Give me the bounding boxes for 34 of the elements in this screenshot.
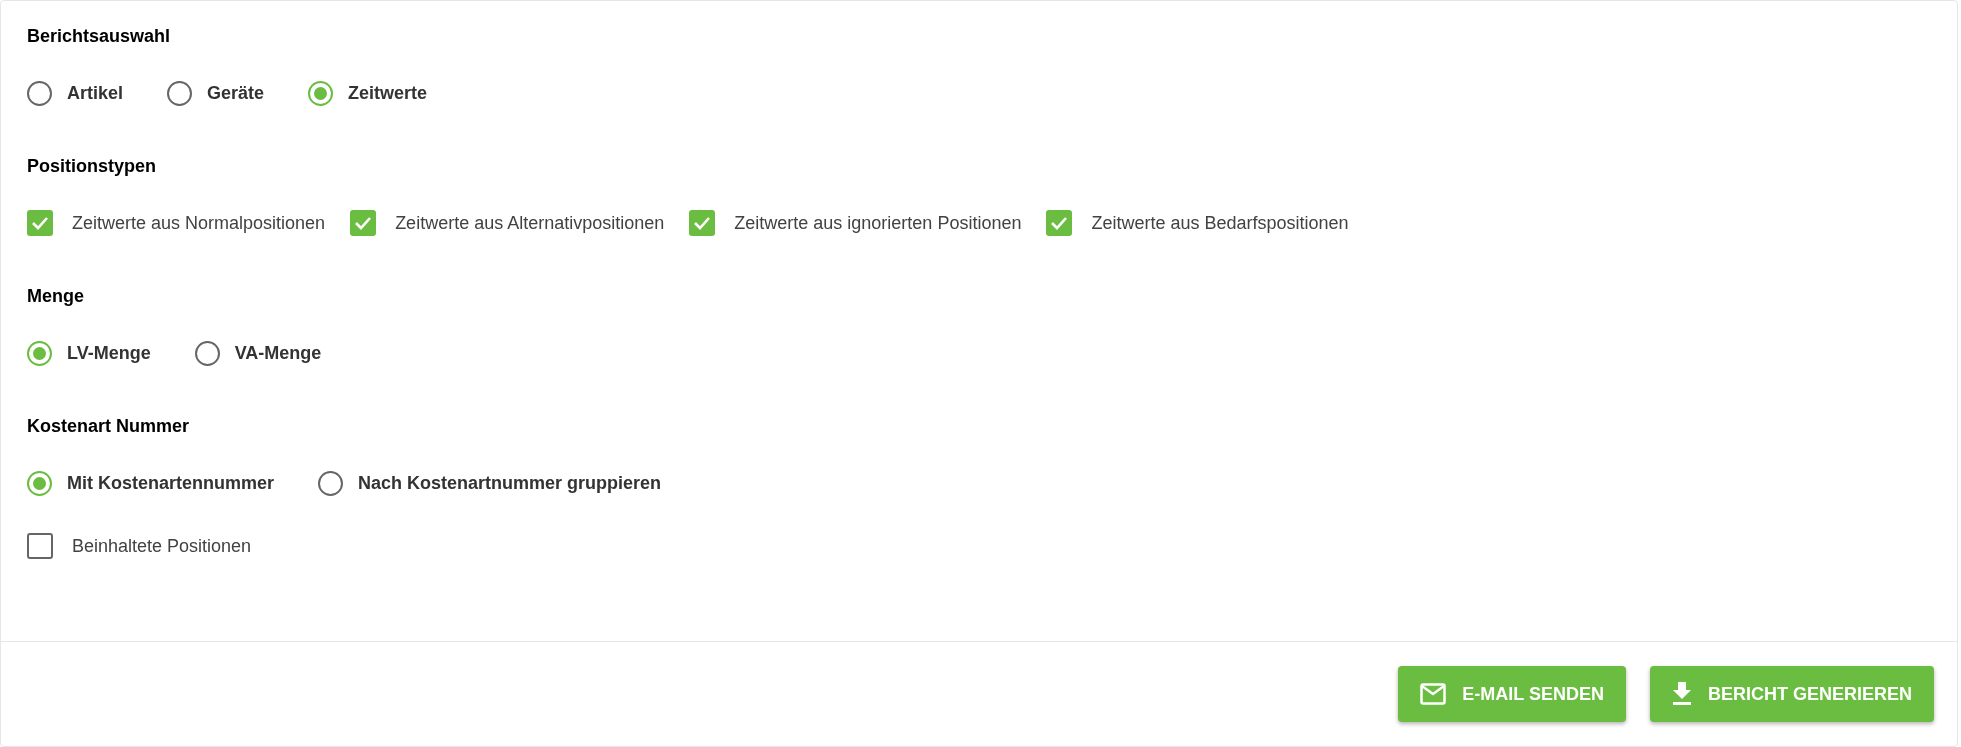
checkbox[interactable] [27,533,53,559]
mail-icon [1420,683,1447,705]
checkbox[interactable] [350,210,377,236]
radio-button[interactable] [308,80,334,106]
checkbox[interactable] [27,210,53,236]
section-heading: Menge [27,285,85,308]
radio-button[interactable] [194,340,220,366]
checkbox-option[interactable]: Zeitwerte aus Bedarfspositionen [1046,209,1349,237]
checkbox-option[interactable]: Zeitwerte aus ignorierten Positionen [689,209,1022,237]
download-icon [1671,682,1692,706]
radio-option[interactable]: Geräte [167,79,265,107]
radio-option[interactable]: VA-Menge [194,339,322,367]
checkmark-icon [1050,216,1069,230]
radio-option[interactable]: Zeitwerte [308,79,428,107]
radio-option[interactable]: LV-Menge [27,339,151,367]
radio-option[interactable]: Nach Kostenartnummer gruppieren [318,469,662,497]
section-heading: Kostenart Nummer [27,415,191,438]
radio-button[interactable] [27,470,52,496]
section-heading: Berichtsauswahl [27,25,172,48]
radio-option[interactable]: Artikel [27,79,124,107]
radio-button[interactable] [318,470,344,496]
radio-button[interactable] [167,80,193,106]
radio-button[interactable] [27,340,52,366]
checkbox[interactable] [1046,210,1073,236]
checkmark-icon [31,216,49,230]
checkbox-option[interactable]: Zeitwerte aus Normalpositionen [27,209,326,237]
checkbox-option[interactable]: Zeitwerte aus Alternativpositionen [350,209,665,237]
checkbox[interactable] [689,210,716,236]
checkmark-icon [693,216,712,230]
checkbox-option[interactable]: Beinhaltete Positionen [27,532,252,560]
checkmark-icon [354,216,373,230]
radio-button[interactable] [27,80,52,106]
radio-option[interactable]: Mit Kostenartennummer [27,469,275,497]
section-heading: Positionstypen [27,155,157,178]
